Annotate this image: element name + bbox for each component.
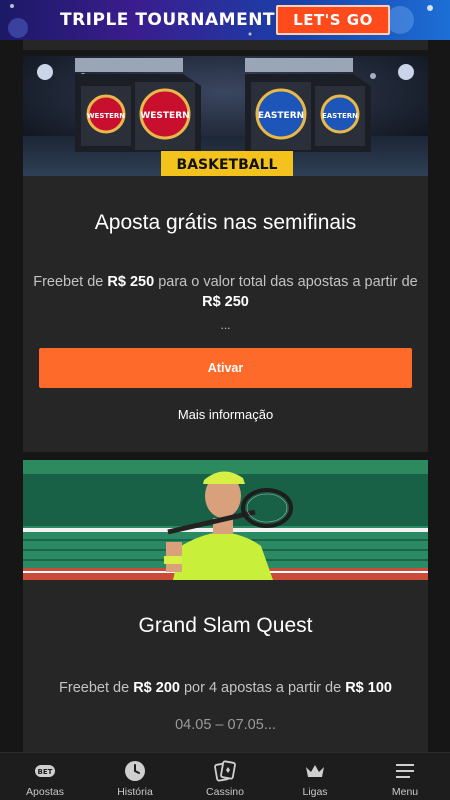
western-logo-large: WESTERN xyxy=(139,88,191,140)
activate-button[interactable]: Ativar xyxy=(39,348,412,388)
nav-label-menu: Menu xyxy=(391,786,419,798)
basketball-badge: BASKETBALL xyxy=(177,157,278,173)
cards-icon xyxy=(213,759,237,783)
offer-card-semifinals: WESTERN WESTERN EASTERN EASTERN BASKETBA… xyxy=(23,56,428,452)
banner-title: TRIPLE TOURNAMENT xyxy=(60,10,276,30)
promotions-page: TRIPLE TOURNAMENT LET'S GO WESTERN WESTE… xyxy=(0,0,450,800)
more-info-link[interactable]: Mais informação xyxy=(23,407,428,422)
nav-item-cassino[interactable]: Cassino xyxy=(180,753,270,800)
logo-text-1: WESTERN xyxy=(87,112,125,120)
logo-text-2: WESTERN xyxy=(140,111,189,121)
previous-card-edge xyxy=(23,40,428,50)
offer-dates: 04.05 – 07.05... xyxy=(175,717,276,733)
offer-description: Freebet de R$ 250 para o valor total das… xyxy=(33,274,418,310)
offer-title: Aposta grátis nas semifinais xyxy=(94,211,357,234)
nav-label-apostas: Apostas xyxy=(26,786,64,798)
logo-text-4: EASTERN xyxy=(322,112,358,120)
offer-image-tennis xyxy=(23,460,428,580)
offer-description-2: Freebet de R$ 200 por 4 apostas a partir… xyxy=(59,680,392,696)
nav-item-historia[interactable]: História xyxy=(90,753,180,800)
nav-label-ligas: Ligas xyxy=(302,786,328,798)
logo-text-3: EASTERN xyxy=(258,111,304,121)
nav-item-ligas[interactable]: Ligas xyxy=(270,753,360,800)
description-ellipsis: ... xyxy=(220,318,231,332)
western-logo: WESTERN xyxy=(86,94,126,134)
crown-icon xyxy=(303,759,327,783)
nav-label-cassino: Cassino xyxy=(206,786,244,798)
nav-label-historia: História xyxy=(117,786,153,798)
bet-badge-text: BET xyxy=(38,768,53,776)
offer-card-grand-slam: Grand Slam Quest Freebet de R$ 200 por 4… xyxy=(23,460,428,760)
offer-image-basketball: WESTERN WESTERN EASTERN EASTERN BASKETBA… xyxy=(23,56,428,176)
eastern-logo-large: EASTERN xyxy=(255,88,307,140)
nav-item-apostas[interactable]: BET Apostas xyxy=(0,753,90,800)
nav-item-menu[interactable]: Menu xyxy=(360,753,450,800)
lets-go-button[interactable]: LET'S GO xyxy=(276,5,390,35)
bet-icon: BET xyxy=(33,759,57,783)
tournament-banner[interactable]: TRIPLE TOURNAMENT LET'S GO xyxy=(0,0,450,40)
eastern-logo: EASTERN xyxy=(320,94,360,134)
clock-icon xyxy=(123,759,147,783)
hamburger-icon xyxy=(393,759,417,783)
offer-title-2: Grand Slam Quest xyxy=(138,614,313,637)
bottom-navigation: BET Apostas História Cassino Ligas Menu xyxy=(0,752,450,800)
